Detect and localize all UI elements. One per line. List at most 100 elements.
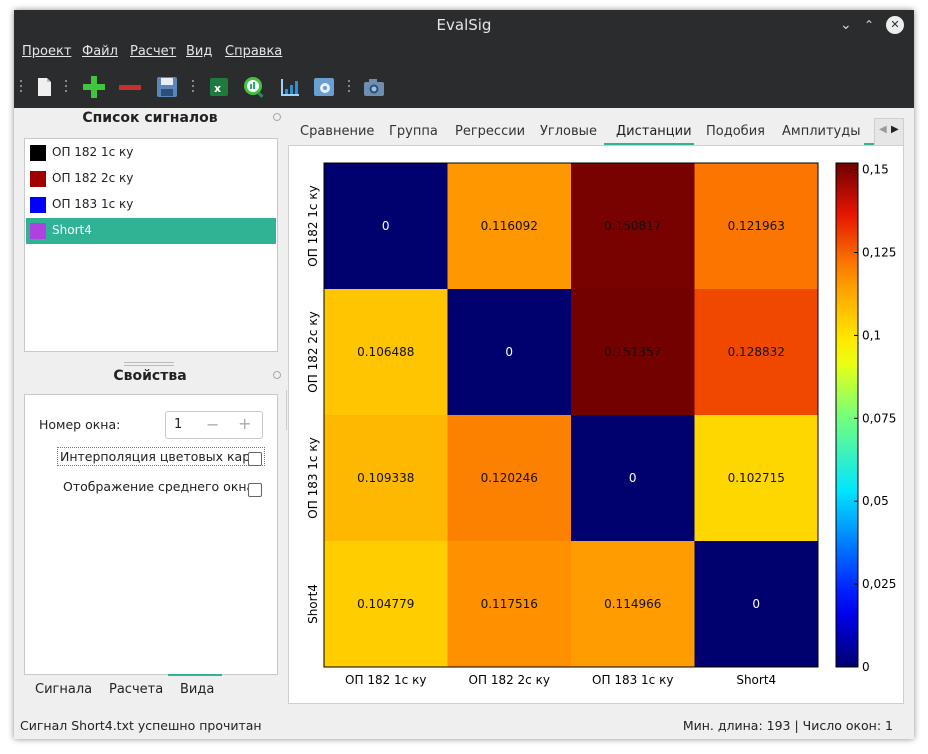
colorbar-tick-label: 0,125 — [862, 246, 896, 260]
signal-label: ОП 182 2с ку — [52, 171, 134, 185]
y-tick-label: ОП 183 1с ку — [306, 437, 320, 518]
menu-help[interactable]: Справка — [225, 44, 282, 59]
interpolation-checkbox[interactable] — [248, 452, 262, 466]
properties-panel: Номер окна: 1 − + Интерполяция цветовых … — [24, 394, 278, 675]
remove-icon[interactable] — [118, 75, 142, 99]
heatmap-value-label: 0 — [382, 219, 390, 233]
signal-item[interactable]: ОП 183 1с ку — [26, 192, 276, 218]
colorbar-tick-label: 0,025 — [862, 577, 896, 591]
mean-window-label: Отображение среднего окна: — [63, 479, 259, 494]
window-title: EvalSig — [436, 16, 492, 34]
camera-icon[interactable] — [362, 75, 386, 99]
colorbar-tick-label: 0,05 — [862, 494, 889, 508]
plot-area: 0 0.116092 0.150817 0.121963 0.106488 0 0.1513… — [288, 145, 904, 704]
signal-list-title: Список сигналов — [82, 110, 218, 126]
maximize-icon[interactable]: ⌃ — [864, 10, 874, 40]
heatmap-value-label: 0.150817 — [604, 219, 661, 233]
tab-signal[interactable]: Сигнала — [35, 682, 92, 697]
plus-icon[interactable]: + — [238, 414, 251, 433]
toolbar-handle — [20, 80, 22, 94]
y-tick-label: ОП 182 2с ку — [306, 311, 320, 392]
window-number-spinbox[interactable]: 1 − + — [165, 411, 263, 439]
tab-amplitudes[interactable]: Амплитуды — [782, 124, 860, 139]
tab-angular[interactable]: Угловые — [540, 124, 597, 139]
colorbar-tick-label: 0,075 — [862, 411, 896, 425]
heatmap-value-label: 0.128832 — [728, 345, 785, 359]
active-tab-indicator — [168, 674, 222, 676]
dock-float-icon[interactable] — [273, 371, 281, 379]
analysis-tab-bar: Сравнение Группа Регрессии Угловые Диста… — [292, 118, 902, 146]
x-tick-label: ОП 182 1с ку — [345, 673, 426, 687]
x-tick-label: ОП 183 1с ку — [592, 673, 673, 687]
dock-float-icon[interactable] — [273, 113, 281, 121]
heatmap-value-label: 0 — [752, 597, 760, 611]
menu-file[interactable]: Файл — [82, 44, 118, 59]
heatmap-value-label: 0.120246 — [481, 471, 538, 485]
scroll-right-icon[interactable]: ▶ — [891, 124, 899, 135]
excel-icon[interactable]: x — [207, 75, 231, 99]
heatmap-value-label: 0.102715 — [728, 471, 785, 485]
mean-window-checkbox[interactable] — [248, 483, 262, 497]
colorbar-tick-label: 0 — [862, 660, 870, 674]
heatmap-value-label: 0.117516 — [481, 597, 538, 611]
toolbar-separator — [348, 80, 350, 94]
x-tick-label: ОП 182 2с ку — [469, 673, 550, 687]
signal-item[interactable]: ОП 182 1с ку — [26, 140, 276, 166]
tab-group[interactable]: Группа — [389, 124, 438, 139]
menu-calc[interactable]: Расчет — [130, 44, 176, 59]
y-tick-label: ОП 182 1с ку — [306, 185, 320, 266]
save-icon[interactable] — [155, 75, 179, 99]
tab-calculation[interactable]: Расчета — [109, 682, 163, 697]
tab-regressions[interactable]: Регрессии — [455, 124, 525, 139]
toolbar: x — [14, 66, 914, 108]
spinbox-value: 1 — [174, 417, 183, 432]
x-tick-label: Short4 — [736, 673, 776, 687]
menu-view[interactable]: Вид — [186, 44, 212, 59]
toolbar-separator — [192, 80, 194, 94]
color-swatch — [30, 171, 46, 187]
heatmap-value-label: 0.104779 — [357, 597, 414, 611]
bar-chart-icon[interactable] — [278, 75, 302, 99]
colorbar-tick-label: 0,1 — [862, 328, 881, 342]
scroll-left-icon[interactable]: ◀ — [879, 124, 887, 135]
chart-search-icon[interactable] — [242, 75, 266, 99]
heatmap-value-label: 0.114966 — [604, 597, 661, 611]
heatmap-value-label: 0.109338 — [357, 471, 414, 485]
signal-item[interactable]: ОП 182 2с ку — [26, 166, 276, 192]
tab-scroll-buttons: ◀ ▶ — [874, 118, 904, 146]
colorbar-tick-label: 0,15 — [862, 163, 889, 177]
new-document-icon[interactable] — [32, 75, 56, 99]
tab-similarity[interactable]: Подобия — [706, 124, 765, 139]
heatmap-value-label: 0.116092 — [481, 219, 538, 233]
status-message: Сигнал Short4.txt успешно прочитан — [20, 718, 262, 733]
splitter-handle[interactable] — [124, 362, 174, 366]
tab-distances[interactable]: Дистанции — [616, 124, 692, 139]
signal-label: Short4 — [52, 223, 92, 237]
tab-comparison[interactable]: Сравнение — [300, 124, 374, 139]
heatmap-value-label: 0.106488 — [357, 345, 414, 359]
signal-label: ОП 182 1с ку — [52, 145, 134, 159]
app-window: EvalSig ⌄ ⌃ ✕ Проект Файл Расчет Вид Спр… — [14, 10, 914, 739]
heatmap-value-label: 0 — [505, 345, 513, 359]
bottom-tab-bar: Сигнала Расчета Вида — [14, 674, 288, 702]
signal-item-selected[interactable]: Short4 — [26, 218, 276, 244]
toolbar-separator — [65, 80, 67, 94]
menu-project[interactable]: Проект — [22, 44, 71, 59]
colorbar — [835, 162, 859, 668]
minus-icon[interactable]: − — [206, 415, 219, 434]
status-info: Мин. длина: 193 | Число окон: 1 — [682, 718, 893, 733]
distance-heatmap: 0 0.116092 0.150817 0.121963 0.106488 0 0.1513… — [306, 162, 896, 687]
status-bar: Сигнал Short4.txt успешно прочитан Мин. … — [14, 710, 914, 739]
signal-label: ОП 183 1с ку — [52, 197, 134, 211]
title-bar: EvalSig ⌄ ⌃ ✕ — [14, 10, 914, 40]
add-icon[interactable] — [82, 75, 106, 99]
close-icon[interactable]: ✕ — [886, 16, 904, 34]
signal-list: ОП 182 1с ку ОП 182 2с ку ОП 183 1с ку S… — [24, 138, 278, 352]
menu-bar: Проект Файл Расчет Вид Справка — [14, 40, 914, 66]
minimize-icon[interactable]: ⌄ — [840, 10, 852, 40]
color-swatch — [30, 223, 46, 239]
color-swatch — [30, 145, 46, 161]
settings-icon[interactable] — [312, 75, 336, 99]
tab-view[interactable]: Вида — [180, 682, 214, 697]
window-number-label: Номер окна: — [39, 417, 121, 432]
